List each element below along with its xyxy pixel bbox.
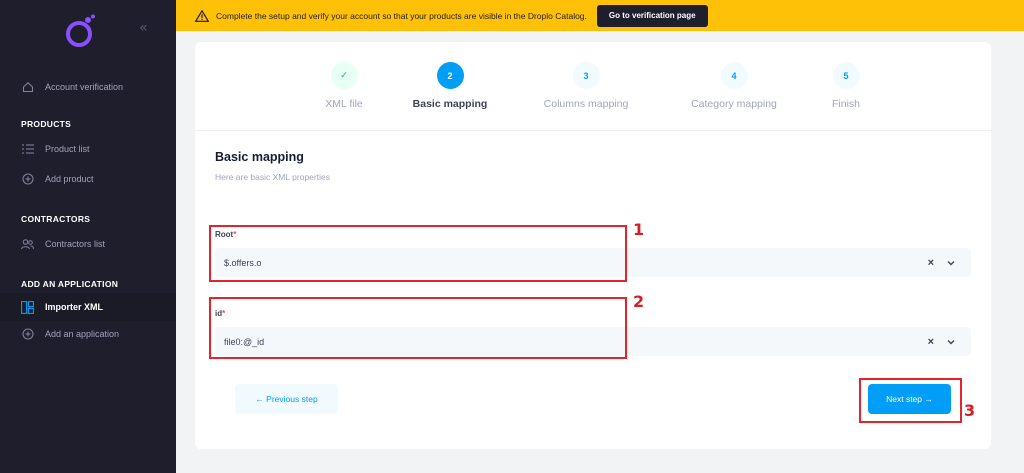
annotation-box-id (209, 297, 627, 359)
sidebar-section-contractors: CONTRACTORS (21, 214, 91, 224)
layout-grid-icon (21, 300, 34, 314)
sidebar-section-products: PRODUCTS (21, 119, 72, 129)
sidebar-item-label: Add an application (45, 329, 120, 339)
annotation-box-next (859, 378, 962, 423)
step-basic-mapping[interactable]: 2 Basic mapping (390, 62, 510, 110)
collapse-sidebar-icon[interactable]: « (139, 20, 148, 36)
sidebar-item-importer-xml[interactable]: Importer XML (0, 293, 176, 321)
plus-circle-icon (21, 328, 34, 341)
banner-message: Complete the setup and verify your accou… (216, 10, 587, 21)
step-columns-mapping[interactable]: 3 Columns mapping (526, 62, 646, 110)
sidebar-section-applications: ADD AN APPLICATION (21, 279, 119, 289)
home-icon (21, 81, 34, 94)
step-xml-file[interactable]: ✓ XML file (284, 62, 404, 110)
step-check-icon: ✓ (330, 62, 358, 89)
chevron-down-icon[interactable] (946, 337, 956, 347)
sidebar-item-label: Importer XML (45, 302, 104, 312)
droplo-logo-icon[interactable] (64, 14, 96, 48)
section-title: Basic mapping (215, 150, 304, 164)
step-label: XML file (325, 98, 363, 110)
step-number: 3 (572, 62, 600, 89)
list-icon (21, 143, 34, 156)
annotation-box-root (209, 225, 627, 282)
step-finish[interactable]: 5 Finish (786, 62, 906, 110)
sidebar-item-label: Contractors list (45, 239, 106, 249)
previous-step-button[interactable]: ← Previous step (235, 384, 338, 414)
annotation-number: 1 (633, 220, 645, 239)
sidebar-item-contractors-list[interactable]: Contractors list (0, 230, 176, 258)
sidebar-item-add-application[interactable]: Add an application (0, 320, 176, 348)
step-label: Basic mapping (412, 98, 488, 110)
clear-icon[interactable]: × (928, 257, 934, 269)
step-number: 4 (720, 62, 748, 89)
sidebar: « Account verification PRODUCTS Product … (0, 0, 176, 473)
go-to-verification-button[interactable]: Go to verification page (596, 4, 708, 27)
step-category-mapping[interactable]: 4 Category mapping (674, 62, 794, 110)
sidebar-item-label: Add product (45, 174, 94, 184)
clear-icon[interactable]: × (928, 336, 934, 348)
sidebar-item-product-list[interactable]: Product list (0, 135, 176, 163)
step-number: 5 (832, 62, 860, 89)
step-label: Columns mapping (543, 98, 629, 110)
annotation-number: 3 (964, 401, 976, 420)
sidebar-item-label: Account verification (45, 82, 124, 92)
chevron-down-icon[interactable] (946, 258, 956, 268)
annotation-number: 2 (633, 292, 645, 311)
verification-banner: Complete the setup and verify your accou… (176, 0, 1024, 31)
sidebar-item-account-verification[interactable]: Account verification (0, 73, 176, 101)
warning-icon (195, 9, 209, 22)
step-label: Finish (831, 98, 860, 110)
stepper-divider (195, 130, 991, 131)
app-root: « Account verification PRODUCTS Product … (0, 0, 1024, 473)
sidebar-item-add-product[interactable]: Add product (0, 165, 176, 193)
plus-circle-icon (21, 173, 34, 186)
step-label: Category mapping (691, 98, 777, 110)
users-icon (21, 238, 34, 251)
step-number: 2 (436, 62, 464, 89)
section-subtitle: Here are basic XML properties (215, 172, 330, 182)
sidebar-item-label: Product list (45, 144, 90, 154)
